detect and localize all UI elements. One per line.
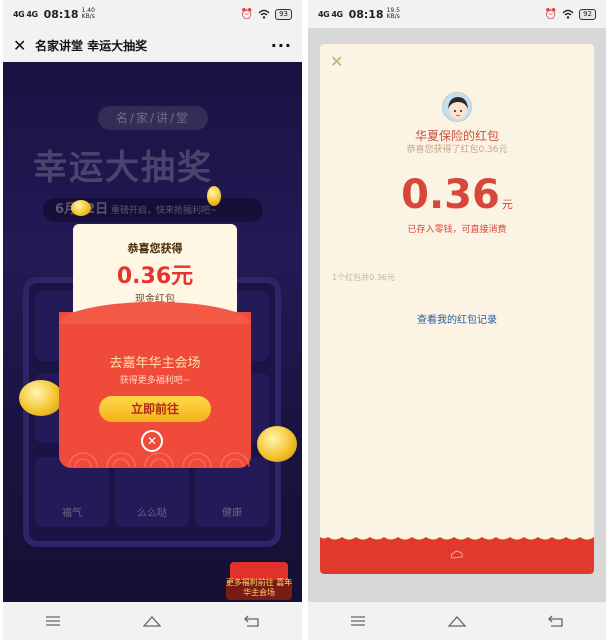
congrats-note: 恭喜您获得了红包0.36元: [406, 145, 508, 155]
more-benefits-text: 获得更多福利吧~: [119, 376, 191, 386]
coin-icon: [19, 380, 63, 416]
deposit-note: 已存入零钱，可直接消费: [407, 225, 507, 235]
back-icon[interactable]: [232, 609, 272, 633]
alarm-icon: ⏰: [240, 8, 254, 20]
system-nav-bar: [308, 602, 606, 640]
left-phone: 4G 4G 08:18 1.40 KB/s ⏰ 93 ✕ 名家讲堂 幸运大抽奖 ·…: [3, 0, 302, 640]
status-bar: 4G 4G 08:18 1.40 KB/s ⏰ 93: [3, 0, 302, 28]
coin-icon: [257, 426, 297, 462]
right-phone: 4G 4G 08:18 19.5 KB/s ⏰ 92 ✕ 华夏保险的红包 恭喜您…: [308, 0, 606, 640]
close-icon[interactable]: ✕: [13, 36, 35, 55]
footer-wave: [320, 533, 594, 540]
menu-icon[interactable]: [338, 609, 378, 633]
card-footer: [320, 533, 594, 574]
status-icons: ⏰ 92: [544, 8, 596, 20]
cloud-logo-icon: [450, 550, 463, 559]
packet-count: 1个红包共0.36元: [332, 273, 395, 282]
home-icon[interactable]: [132, 609, 172, 633]
wifi-icon: [562, 9, 574, 19]
record-link[interactable]: 查看我的红包记录: [320, 311, 594, 326]
goto-text: 去嘉年华主会场: [109, 356, 201, 371]
congrats-text: 恭喜您获得: [127, 242, 183, 255]
coin-icon: [71, 200, 91, 216]
more-icon[interactable]: ···: [271, 36, 292, 55]
network-speed: 19.5 KB/s: [386, 7, 400, 20]
menu-icon[interactable]: [33, 609, 73, 633]
go-now-button[interactable]: 立即前往: [99, 396, 211, 422]
signal-icon: 4G 4G: [13, 9, 38, 19]
screenshot-root: 4G 4G 08:18 1.40 KB/s ⏰ 93 ✕ 名家讲堂 幸运大抽奖 ·…: [0, 0, 609, 640]
close-icon[interactable]: ✕: [330, 52, 343, 71]
amount-display: 0.36 元: [320, 172, 594, 218]
amount-value: 0.36: [401, 172, 500, 218]
title-bar: ✕ 名家讲堂 幸运大抽奖 ···: [3, 28, 302, 62]
system-nav-bar: [3, 602, 302, 640]
red-packet-background: ✕ 华夏保险的红包 恭喜您获得了红包0.36元 0.36 元 已存入零钱，可直接消…: [308, 28, 606, 602]
status-time: 08:18: [348, 7, 384, 21]
alarm-icon: ⏰: [544, 8, 558, 20]
popup-close-icon[interactable]: ✕: [141, 430, 163, 452]
corner-promo-text: 更多福利前往 嘉年华主会场: [225, 578, 293, 597]
prize-amount: 0.36元: [116, 264, 194, 289]
amount-unit: 元: [501, 198, 513, 211]
status-time: 08:18: [43, 7, 79, 21]
home-icon[interactable]: [437, 609, 477, 633]
coin-icon: [207, 186, 221, 206]
network-speed: 1.40 KB/s: [81, 7, 95, 20]
corner-promo[interactable]: 更多福利前往 嘉年华主会场: [222, 558, 296, 602]
wifi-icon: [258, 9, 270, 19]
status-bar: 4G 4G 08:18 19.5 KB/s ⏰ 92: [308, 0, 606, 28]
battery-icon: 92: [579, 8, 596, 20]
battery-icon: 93: [275, 8, 292, 20]
avatar-icon: [442, 92, 472, 122]
red-packet-card: ✕ 华夏保险的红包 恭喜您获得了红包0.36元 0.36 元 已存入零钱，可直接消…: [320, 44, 594, 574]
back-icon[interactable]: [536, 609, 576, 633]
signal-icon: 4G 4G: [318, 9, 343, 19]
status-icons: ⏰ 93: [240, 8, 292, 20]
page-title: 名家讲堂 幸运大抽奖: [35, 38, 148, 53]
